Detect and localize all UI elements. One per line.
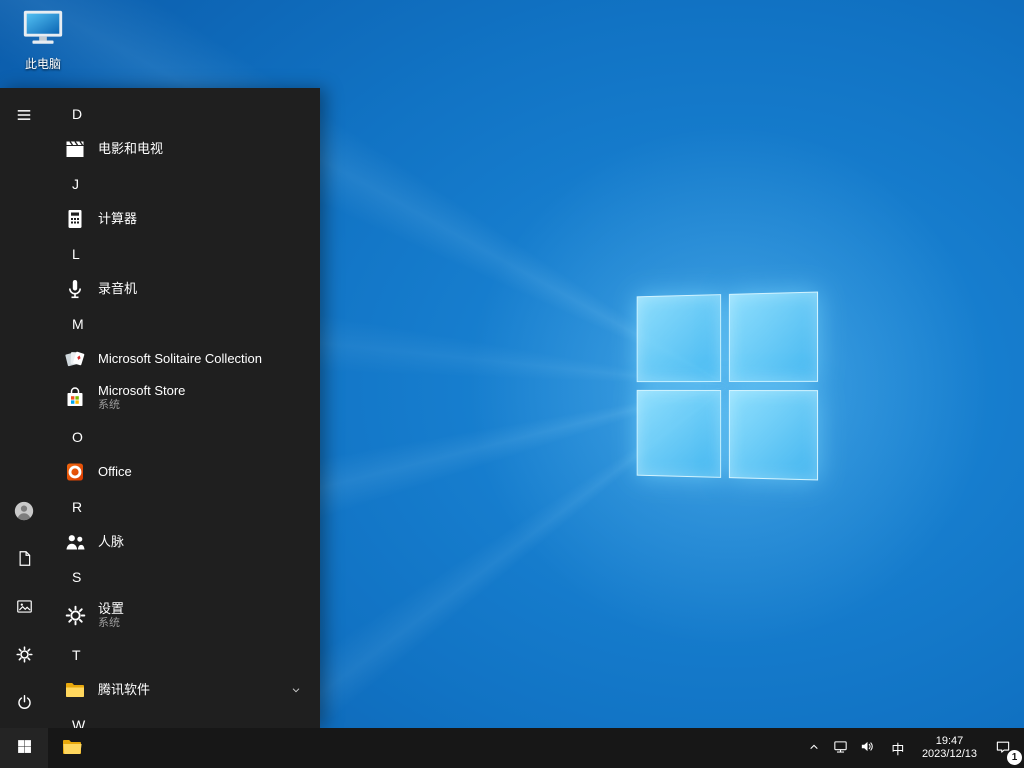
tray-time: 19:47 (935, 735, 964, 747)
windows-logo-pane (728, 390, 819, 481)
start-app-office[interactable]: Office (48, 454, 320, 489)
section-letter-label: W (72, 716, 86, 729)
app-subtitle: 系统 (98, 617, 120, 629)
section-letter-label: O (72, 428, 83, 445)
start-menu-rail (0, 88, 48, 728)
start-app-people[interactable]: 人脉 (48, 524, 320, 559)
user-avatar-icon (13, 500, 35, 525)
start-folder-tencent[interactable]: 腾讯软件 (48, 672, 320, 707)
section-letter-l[interactable]: L (48, 236, 320, 271)
section-letter-j[interactable]: J (48, 166, 320, 201)
section-letter-w[interactable]: W (48, 707, 320, 729)
volume-button[interactable] (854, 728, 881, 768)
folder-icon (62, 677, 88, 703)
microphone-icon (62, 276, 88, 302)
network-icon (832, 738, 849, 758)
gear-icon (15, 645, 34, 667)
windows-logo-pane (636, 294, 722, 383)
section-letter-label: D (72, 105, 83, 122)
start-app-calculator[interactable]: 计算器 (48, 201, 320, 236)
windows-logo-icon (16, 738, 33, 758)
section-letter-m[interactable]: M (48, 306, 320, 341)
start-menu: D 电影和电视 J 计算器 L 录音机 M Microsoft Solitair… (0, 88, 320, 728)
this-pc-label: 此电脑 (24, 57, 61, 71)
tray-overflow-button[interactable] (801, 728, 827, 768)
app-name: 人脉 (98, 533, 125, 549)
start-app-settings[interactable]: 设置 系统 (48, 594, 320, 637)
settings-button[interactable] (0, 632, 48, 680)
file-explorer-button[interactable] (48, 728, 96, 768)
power-button[interactable] (0, 680, 48, 728)
calculator-icon (62, 206, 88, 232)
app-subtitle: 系统 (98, 399, 120, 411)
start-menu-app-list: D 电影和电视 J 计算器 L 录音机 M Microsoft Solitair… (48, 88, 320, 728)
section-letter-t[interactable]: T (48, 637, 320, 672)
solitaire-cards-icon (62, 346, 88, 372)
section-letter-label: S (72, 568, 82, 585)
windows-logo-pane (636, 389, 722, 478)
hamburger-icon (14, 105, 34, 128)
section-letter-label: R (72, 498, 83, 515)
app-name: 计算器 (98, 210, 138, 226)
windows-logo-pane (728, 291, 819, 382)
office-icon (62, 459, 88, 485)
people-icon (62, 529, 88, 555)
app-name: 腾讯软件 (98, 681, 151, 697)
store-bag-icon (62, 385, 88, 411)
start-app-microsoft-store[interactable]: Microsoft Store 系统 (48, 376, 320, 419)
chevron-up-icon (806, 739, 822, 758)
section-letter-label: T (72, 646, 81, 663)
desktop-icon-this-pc[interactable]: 此电脑 (10, 8, 76, 72)
gear-icon (62, 603, 88, 629)
power-icon (15, 693, 34, 715)
taskbar: 中 19:47 2023/12/13 1 (0, 728, 1024, 768)
start-app-solitaire[interactable]: Microsoft Solitaire Collection (48, 341, 320, 376)
expand-menu-button[interactable] (0, 92, 48, 140)
taskbar-clock[interactable]: 19:47 2023/12/13 (915, 735, 984, 761)
app-name: Microsoft Solitaire Collection (98, 350, 263, 366)
file-explorer-folder-icon (60, 735, 84, 762)
pictures-button[interactable] (0, 584, 48, 632)
wallpaper-windows-logo (636, 291, 819, 481)
chevron-down-icon[interactable] (288, 682, 304, 698)
section-letter-label: M (72, 315, 84, 332)
ime-label: 中 (891, 741, 905, 757)
app-name: 设置 (98, 601, 125, 616)
app-name: Microsoft Store (98, 383, 186, 398)
this-pc-monitor-icon (20, 8, 66, 53)
app-name: 电影和电视 (98, 140, 164, 156)
section-letter-label: L (72, 245, 80, 262)
section-letter-label: J (72, 175, 79, 192)
start-app-movies-tv[interactable]: 电影和电视 (48, 131, 320, 166)
system-tray: 中 19:47 2023/12/13 1 (801, 728, 1024, 768)
section-letter-d[interactable]: D (48, 96, 320, 131)
ime-indicator[interactable]: 中 (881, 728, 915, 768)
pictures-icon (15, 597, 34, 619)
tray-date: 2023/12/13 (921, 748, 977, 760)
section-letter-o[interactable]: O (48, 419, 320, 454)
start-app-voice-recorder[interactable]: 录音机 (48, 271, 320, 306)
app-name: 录音机 (98, 280, 138, 296)
account-button[interactable] (0, 488, 48, 536)
app-name: Office (98, 463, 132, 479)
section-letter-s[interactable]: S (48, 559, 320, 594)
document-icon (15, 549, 34, 571)
documents-button[interactable] (0, 536, 48, 584)
notification-badge: 1 (1007, 750, 1022, 765)
network-button[interactable] (827, 728, 854, 768)
action-center-button[interactable]: 1 (984, 728, 1022, 768)
movies-tv-icon (62, 136, 88, 162)
section-letter-r[interactable]: R (48, 489, 320, 524)
start-button[interactable] (0, 728, 48, 768)
speaker-icon (859, 738, 876, 758)
